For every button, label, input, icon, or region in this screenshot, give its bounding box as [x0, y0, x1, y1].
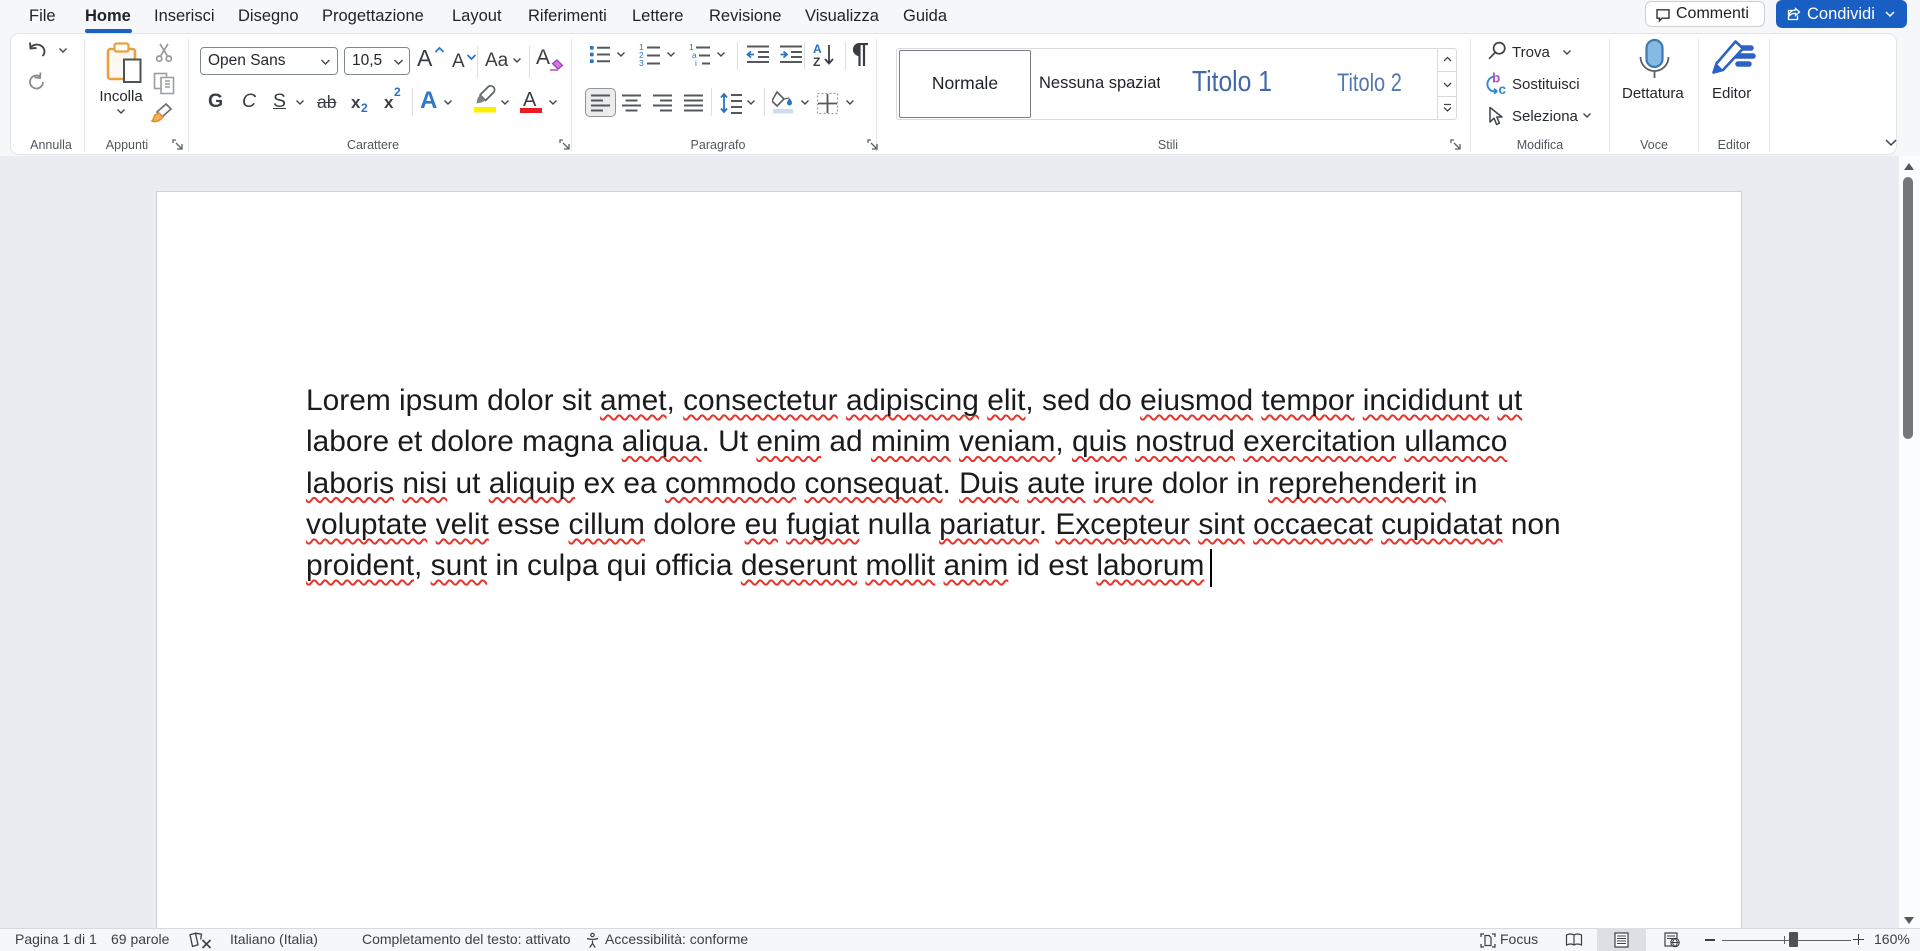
svg-text:3: 3 — [639, 58, 644, 66]
svg-text:A: A — [813, 42, 822, 56]
svg-text:c: c — [1499, 82, 1507, 97]
svg-text:Z: Z — [813, 55, 820, 68]
svg-text:i: i — [695, 58, 697, 66]
